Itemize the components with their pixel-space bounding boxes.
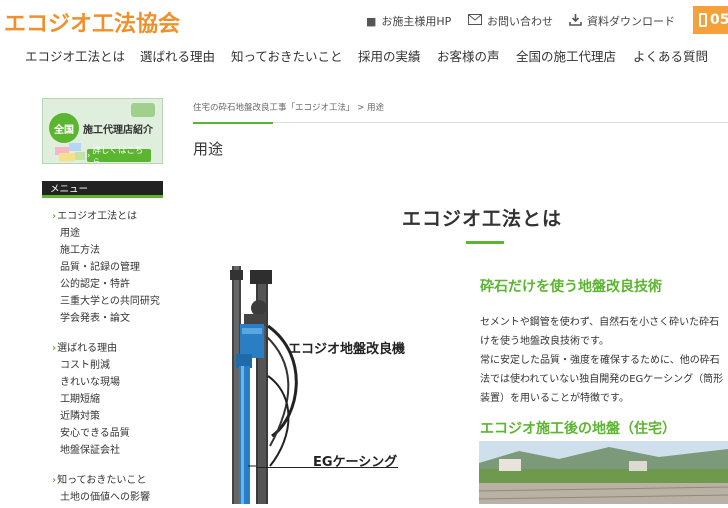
section-underline xyxy=(466,241,504,244)
body-text-line: 常に安定した品質・強度を確保するために、他の砕石 xyxy=(480,355,720,366)
menu-group-knowledge[interactable]: ›知っておきたいこと xyxy=(52,471,146,486)
phone-icon xyxy=(699,13,707,27)
chevron-right-icon: › xyxy=(52,211,57,222)
page-title: 用途 xyxy=(193,140,224,158)
divider xyxy=(193,122,728,123)
divider-accent xyxy=(193,122,273,124)
speech-bubble-icon xyxy=(131,103,155,117)
menu-group-label: 選ばれる理由 xyxy=(57,343,118,354)
contact-link[interactable]: お問い合わせ xyxy=(468,13,553,29)
chevron-right-icon: › xyxy=(52,475,57,486)
download-link[interactable]: 資料ダウンロード xyxy=(569,13,675,29)
menu-item-usage[interactable]: 用途 xyxy=(60,224,80,239)
mail-icon xyxy=(468,14,482,28)
owner-site-label: お施主様用HP xyxy=(381,15,452,28)
menu-item-guarantee[interactable]: 地盤保証会社 xyxy=(60,441,120,456)
menu-item-clean-site[interactable]: きれいな現場 xyxy=(60,373,120,388)
phone-number: 05 xyxy=(710,12,728,28)
banner-cta-label: 詳しくはこちら xyxy=(92,145,144,164)
menu-item-land-value[interactable]: 土地の価値への影響 xyxy=(60,488,150,503)
nav-item-about[interactable]: エコジオ工法とは xyxy=(25,46,125,65)
body-text-line: 法では使われていない独自開発のEGケーシング（筒形 xyxy=(480,374,724,385)
menu-item-reliable-quality[interactable]: 安心できる品質 xyxy=(60,424,130,439)
site-logo[interactable]: エコジオ工法協会 xyxy=(4,6,180,38)
agent-banner[interactable]: 全国 施工代理店紹介 › 詳しくはこちら xyxy=(42,98,163,164)
menu-item-certification[interactable]: 公的認定・特許 xyxy=(60,275,130,290)
chevron-right-icon: › xyxy=(87,150,91,161)
banner-title: 施工代理店紹介 xyxy=(83,125,153,136)
global-nav: エコジオ工法とは 選ばれる理由 知っておきたいこと 採用の実績 お客様の声 全国… xyxy=(0,46,728,66)
heading-after-construction: エコジオ施工後の地盤（住宅） xyxy=(480,421,676,437)
menu-item-papers[interactable]: 学会発表・論文 xyxy=(60,309,130,324)
chevron-right-icon: › xyxy=(52,343,57,354)
casing-pointer-line xyxy=(256,467,398,468)
download-icon xyxy=(569,13,582,29)
nav-item-voices[interactable]: お客様の声 xyxy=(437,46,500,65)
menu-header: メニュー xyxy=(42,181,163,198)
menu-item-quality[interactable]: 品質・記録の管理 xyxy=(60,258,140,273)
breadcrumb[interactable]: 住宅の砕石地盤改良工事「エコジオ工法」 > 用途 xyxy=(193,101,384,113)
machine-label: エコジオ地盤改良機 xyxy=(288,342,406,357)
nav-item-reasons[interactable]: 選ばれる理由 xyxy=(140,46,215,65)
menu-item-cost[interactable]: コスト削減 xyxy=(60,356,110,371)
nav-item-agents[interactable]: 全国の施工代理店 xyxy=(516,46,616,65)
square-bullet-icon: ■ xyxy=(366,14,377,28)
owner-site-link[interactable]: ■ お施主様用HP xyxy=(366,13,451,29)
banner-circle: 全国 xyxy=(49,113,79,143)
menu-item-research[interactable]: 三重大学との共同研究 xyxy=(60,292,160,307)
menu-group-label: 知っておきたいこと xyxy=(57,475,147,486)
menu-group-label: エコジオ工法とは xyxy=(57,211,138,222)
body-text-line: 装置）を用いることが特徴です。 xyxy=(480,393,629,404)
download-label: 資料ダウンロード xyxy=(587,15,675,28)
menu-item-neighbors[interactable]: 近隣対策 xyxy=(60,407,100,422)
menu-item-method[interactable]: 施工方法 xyxy=(60,241,100,256)
menu-group-about[interactable]: ›エコジオ工法とは xyxy=(52,207,137,222)
nav-item-results[interactable]: 採用の実績 xyxy=(358,46,421,65)
nav-item-knowledge[interactable]: 知っておきたいこと xyxy=(231,46,343,65)
contact-label: お問い合わせ xyxy=(487,15,553,28)
menu-item-schedule[interactable]: 工期短縮 xyxy=(60,390,100,405)
body-text-line: セメントや鋼管を使わず、自然石を小さく砕いた砕石 xyxy=(480,317,720,328)
menu-group-reasons[interactable]: ›選ばれる理由 xyxy=(52,339,117,354)
site-photo xyxy=(479,441,728,504)
banner-cta[interactable]: › 詳しくはこちら xyxy=(87,146,151,163)
heading-crushed-stone: 砕石だけを使う地盤改良技術 xyxy=(480,279,662,295)
phone-button[interactable]: 05 xyxy=(693,6,728,34)
body-text-line: けを使う地盤改良技術です。 xyxy=(480,336,609,347)
section-title: エコジオ工法とは xyxy=(402,208,563,230)
nav-item-faq[interactable]: よくある質問 xyxy=(633,46,708,65)
